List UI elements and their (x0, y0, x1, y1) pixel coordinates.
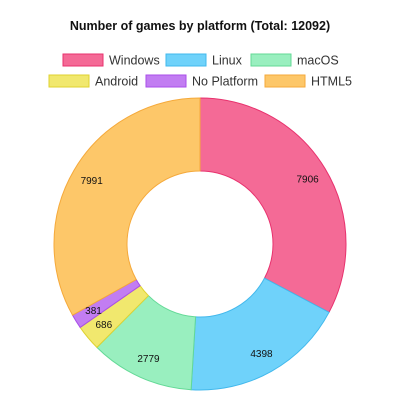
legend-label-linux[interactable]: Linux (212, 54, 243, 68)
chart-container: Number of games by platform (Total: 1209… (0, 0, 400, 400)
data-label-macos: 2779 (137, 354, 160, 365)
chart-title: Number of games by platform (Total: 1209… (70, 19, 330, 33)
slice-windows[interactable] (199, 97, 347, 313)
doughnut-chart: Number of games by platform (Total: 1209… (48, 19, 352, 391)
legend-label-html5[interactable]: HTML5 (311, 75, 352, 89)
data-label-android: 686 (95, 320, 112, 331)
data-label-windows: 7906 (296, 175, 319, 186)
legend-swatch-windows[interactable] (62, 53, 104, 67)
legend-swatch-no-platform[interactable] (145, 74, 187, 88)
legend-swatch-html5[interactable] (264, 74, 306, 88)
legend-label-macos[interactable]: macOS (297, 54, 339, 68)
legend-label-windows[interactable]: Windows (109, 54, 160, 68)
legend-swatch-macos[interactable] (250, 53, 292, 67)
legend: Windows Linux macOS Android No Platform HTML5 (48, 53, 352, 89)
slice-html5[interactable] (53, 97, 201, 316)
data-label-no-platform: 381 (85, 306, 102, 317)
legend-swatch-android[interactable] (48, 74, 90, 88)
data-label-linux: 4398 (250, 349, 273, 360)
legend-label-android[interactable]: Android (95, 75, 138, 89)
legend-swatch-linux[interactable] (165, 53, 207, 67)
data-label-html5: 7991 (81, 176, 104, 187)
legend-label-no-platform[interactable]: No Platform (192, 75, 258, 89)
doughnut-slices (53, 97, 347, 391)
